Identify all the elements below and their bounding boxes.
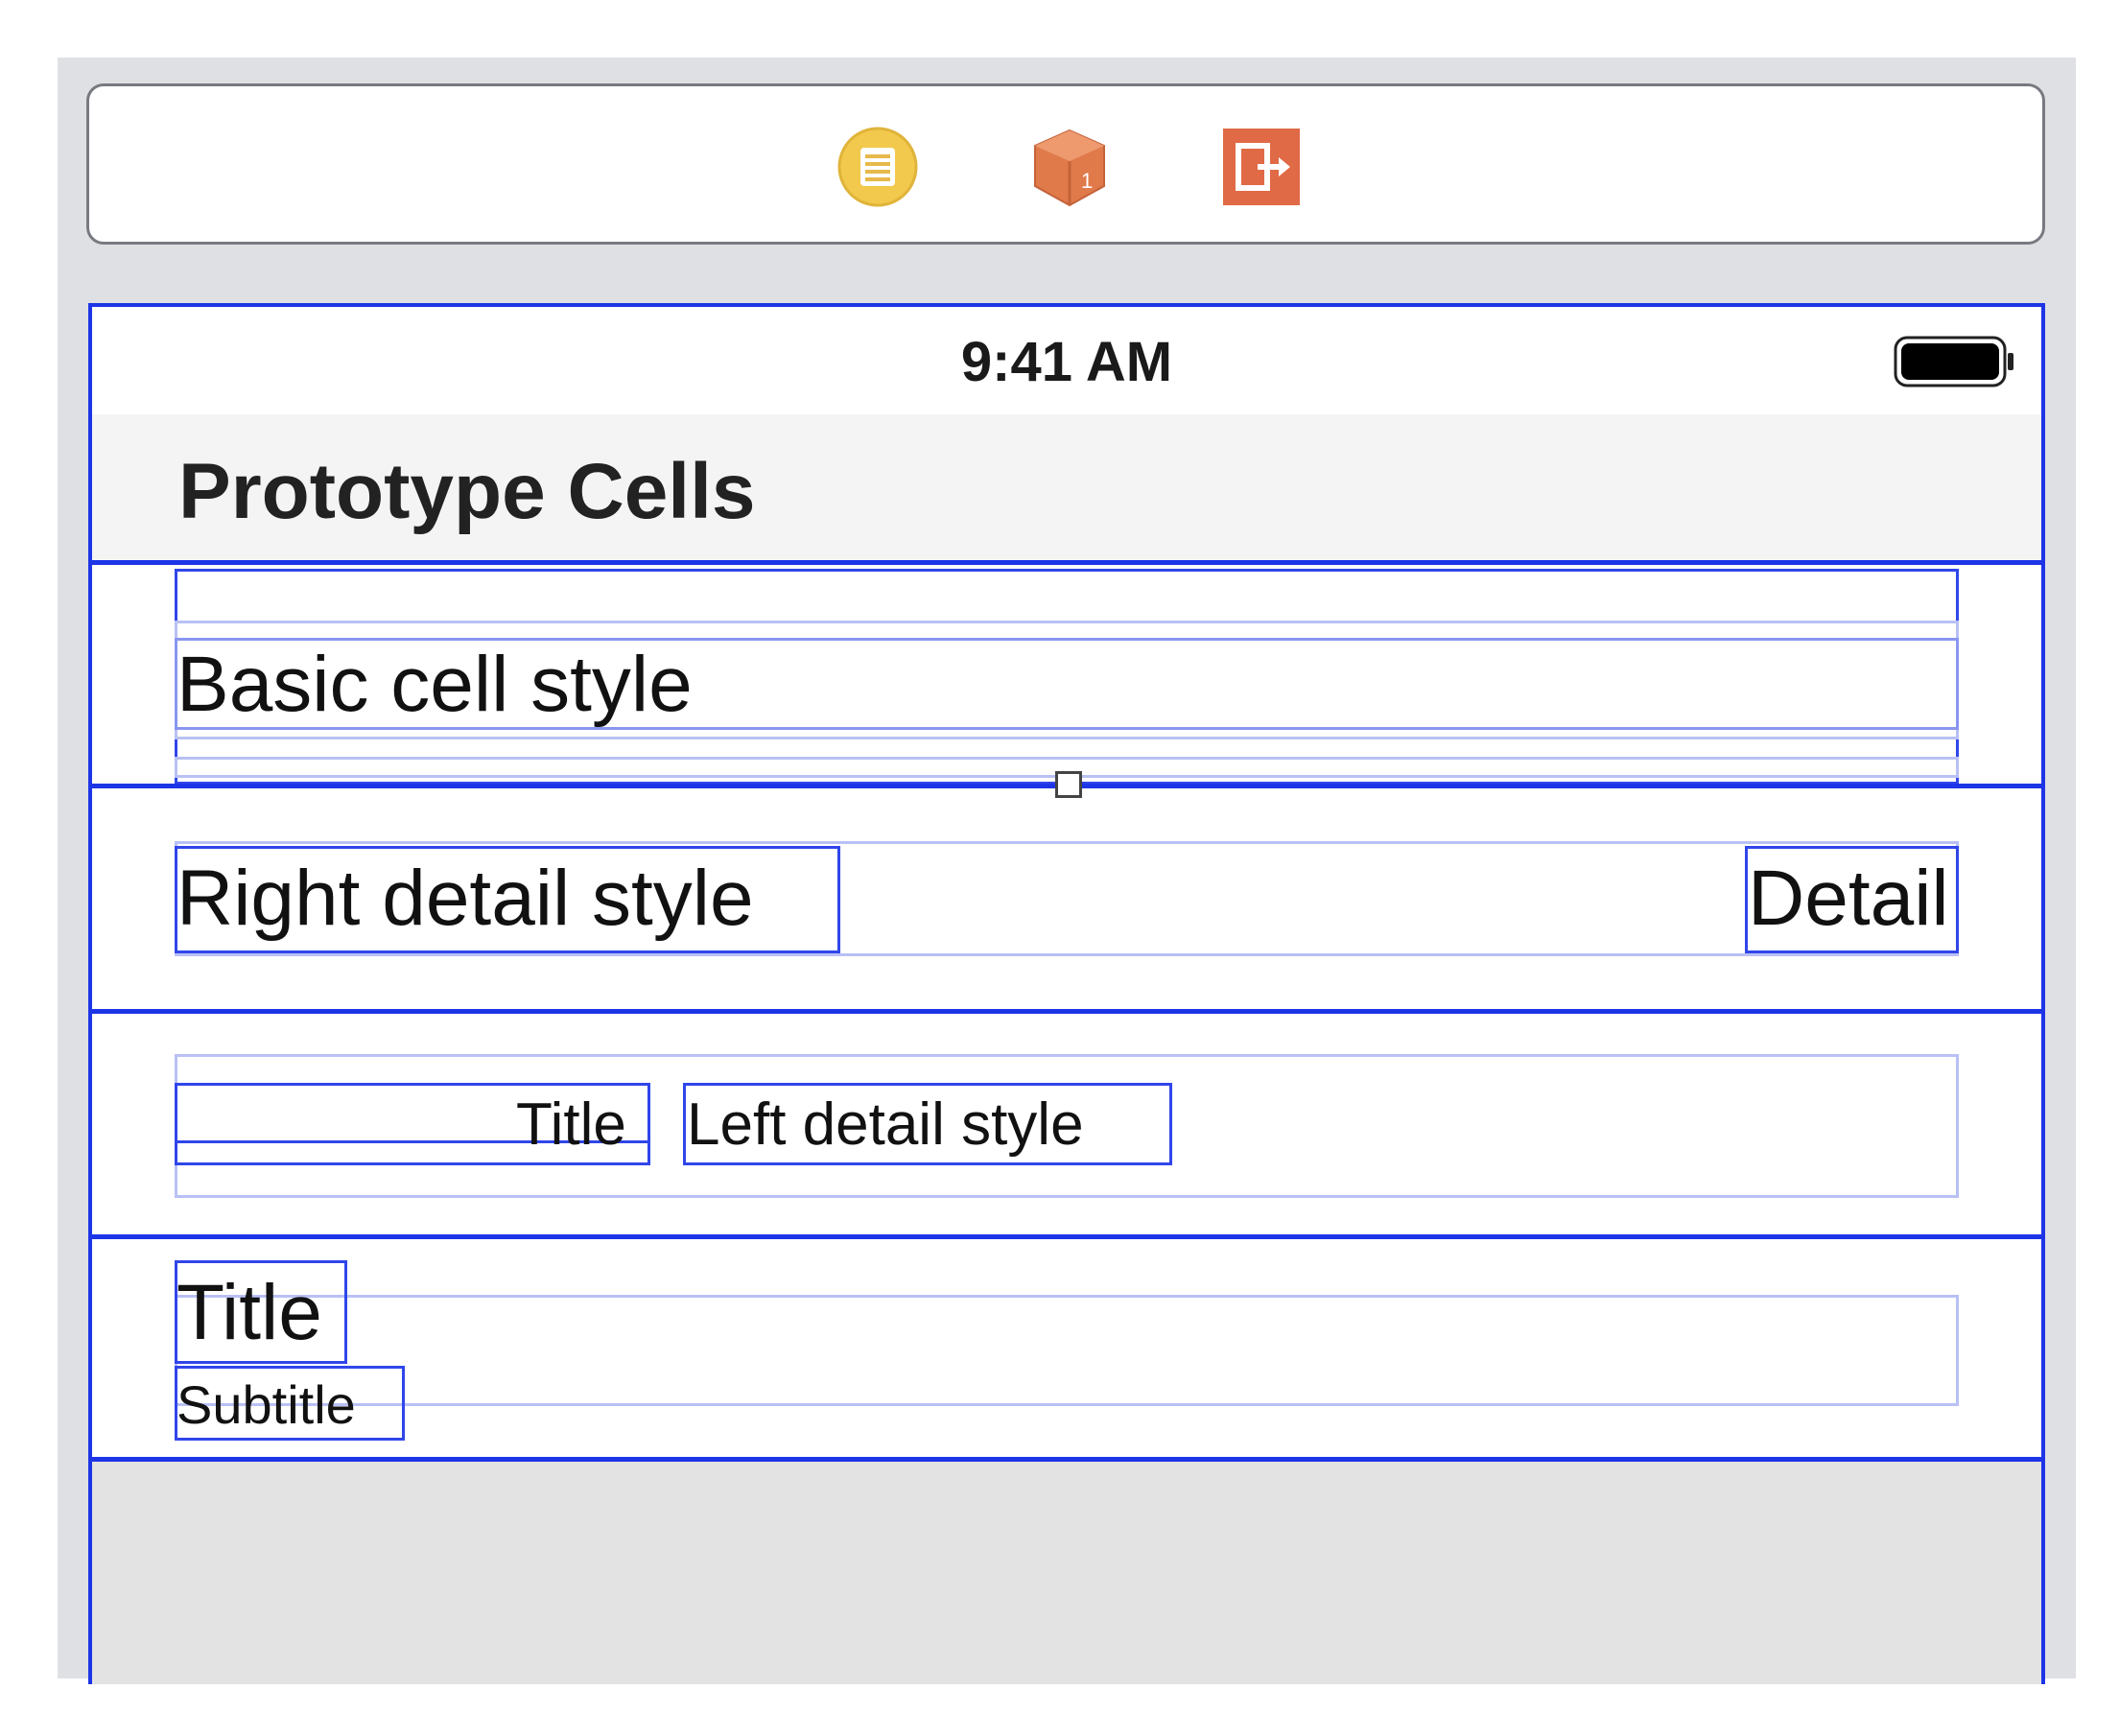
- right-detail-detail: Detail: [1748, 855, 1949, 942]
- subtitle-cell-title: Title: [177, 1269, 322, 1356]
- subtitle-cell[interactable]: Title Subtitle: [92, 1234, 2041, 1462]
- battery-icon: [1894, 336, 2016, 387]
- right-detail-cell[interactable]: Right detail style Detail: [92, 784, 2041, 1014]
- svg-text:1: 1: [1081, 169, 1093, 193]
- left-detail-detail: Left detail style: [687, 1091, 1084, 1158]
- left-detail-cell[interactable]: Title Left detail style: [92, 1009, 2041, 1239]
- view-controller-icon[interactable]: [836, 125, 920, 209]
- resize-handle[interactable]: [1055, 771, 1082, 798]
- basic-cell-title: Basic cell style: [177, 641, 693, 728]
- status-bar: 9:41 AM: [92, 307, 2041, 414]
- scene-dock: 1: [86, 83, 2045, 245]
- content-guide: [175, 1295, 1959, 1406]
- table-section-header: Prototype Cells: [92, 414, 2041, 562]
- status-time: 9:41 AM: [960, 331, 1173, 393]
- left-detail-title: Title: [516, 1091, 626, 1158]
- basic-cell[interactable]: Basic cell style: [92, 560, 2041, 788]
- first-responder-icon[interactable]: 1: [1027, 125, 1112, 209]
- exit-icon[interactable]: [1219, 125, 1304, 209]
- section-header-title: Prototype Cells: [178, 448, 756, 535]
- subtitle-cell-subtitle: Subtitle: [177, 1374, 356, 1435]
- right-detail-title: Right detail style: [177, 855, 754, 942]
- storyboard-canvas: 1 9:41 AM Prototype Cells Basic cell sty…: [0, 0, 2119, 1736]
- table-view-controller-screen: 9:41 AM Prototype Cells Basic cell style: [88, 303, 2045, 1684]
